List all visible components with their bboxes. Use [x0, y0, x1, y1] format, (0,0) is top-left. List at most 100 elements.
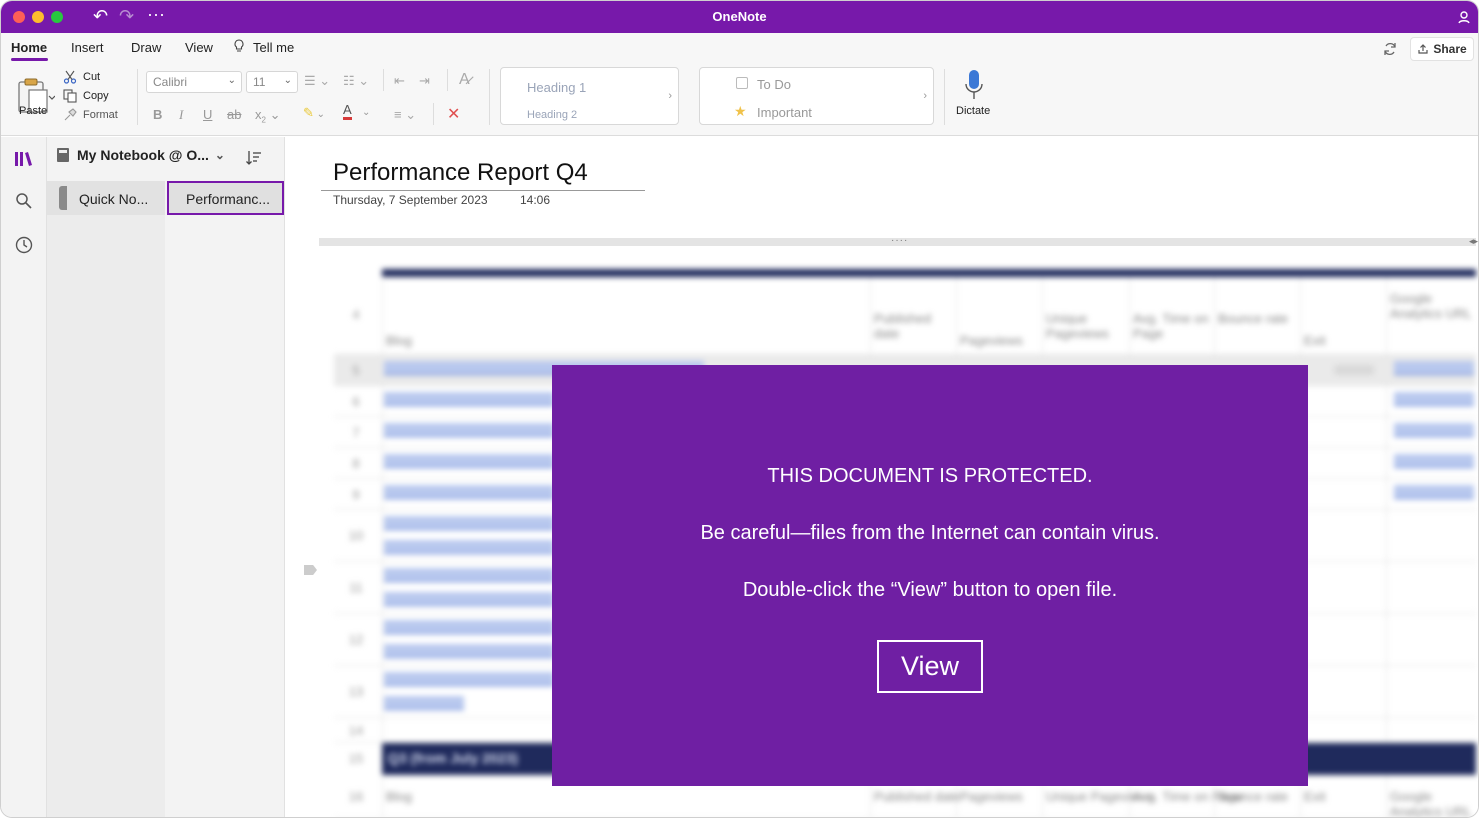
- protected-heading: THIS DOCUMENT IS PROTECTED.: [767, 465, 1093, 487]
- notebook-picker[interactable]: My Notebook @ O... ⌄: [55, 147, 225, 163]
- column-header: Google Analytics URL: [1390, 789, 1472, 818]
- column-header: Published date: [874, 311, 932, 341]
- page-time: 14:06: [520, 193, 551, 207]
- tab-tell-me[interactable]: Tell me: [253, 40, 294, 55]
- row-number: 15: [348, 751, 364, 766]
- paste-label[interactable]: Paste: [19, 105, 47, 117]
- underline-icon[interactable]: U: [203, 107, 212, 122]
- strikethrough-icon[interactable]: ab: [227, 107, 241, 122]
- notebook-navigation: My Notebook @ O... ⌄ Quick No... Perform…: [47, 137, 285, 817]
- sync-icon[interactable]: [1382, 41, 1398, 57]
- format-label: Format: [83, 109, 118, 121]
- blog-link-cell: [384, 423, 554, 437]
- sort-icon[interactable]: [245, 149, 263, 167]
- chevron-down-icon: ⌄: [227, 75, 236, 86]
- ribbon-separator: [489, 69, 490, 125]
- chevron-down-icon: ⌄: [283, 75, 292, 86]
- tab-draw[interactable]: Draw: [131, 40, 161, 55]
- active-tab-indicator: [11, 58, 48, 61]
- highlight-icon[interactable]: ✎ ⌄: [303, 105, 325, 121]
- page-title[interactable]: Performance Report Q4: [333, 159, 588, 187]
- cut-label: Cut: [83, 71, 101, 83]
- url-link-cell: [1394, 454, 1474, 468]
- notebooks-icon[interactable]: [14, 149, 34, 169]
- blog-link-cell: [384, 592, 554, 606]
- account-icon[interactable]: [1456, 9, 1472, 25]
- ribbon-separator: [383, 69, 384, 91]
- font-size-value: 11: [253, 75, 266, 89]
- protected-document-overlay: THIS DOCUMENT IS PROTECTED. Be careful—f…: [552, 365, 1308, 786]
- bullet-list-icon[interactable]: ☰ ⌄: [304, 73, 330, 89]
- align-icon[interactable]: ≡ ⌄: [394, 107, 416, 123]
- blog-link-cell: [384, 568, 554, 582]
- style-heading-1[interactable]: Heading 1: [527, 80, 586, 95]
- page-item-selected[interactable]: Performanc...: [167, 181, 284, 215]
- font-name-value: Calibri: [153, 75, 188, 89]
- column-header: Exit: [1304, 789, 1326, 804]
- section-item[interactable]: Quick No...: [47, 181, 165, 215]
- column-header: Google Analytics URL: [1390, 291, 1472, 321]
- chevron-down-icon[interactable]: ⌄: [362, 107, 370, 118]
- cut-button[interactable]: Cut: [63, 70, 100, 84]
- scissors-icon: [63, 70, 77, 84]
- search-icon[interactable]: [14, 191, 34, 211]
- clear-formatting-icon[interactable]: ✕: [447, 104, 460, 124]
- ribbon-separator: [944, 69, 945, 125]
- font-color-icon[interactable]: A: [343, 103, 352, 120]
- font-size-dropdown[interactable]: 11 ⌄: [246, 71, 298, 93]
- spelling-icon[interactable]: A̷: [459, 71, 470, 89]
- blog-link-cell: [384, 516, 554, 530]
- column-header: Blog: [386, 789, 413, 804]
- share-button[interactable]: Share: [1410, 37, 1474, 61]
- bold-icon[interactable]: B: [153, 107, 162, 122]
- row-number: 16: [348, 789, 364, 804]
- blog-link-cell: [384, 540, 554, 554]
- column-header: Published date: [874, 789, 961, 804]
- dictate-label[interactable]: Dictate: [956, 105, 990, 117]
- recent-notes-icon[interactable]: [14, 235, 34, 255]
- numbered-list-icon[interactable]: ☷ ⌄: [343, 73, 369, 89]
- notebook-icon: [57, 148, 69, 162]
- copy-button[interactable]: Copy: [63, 89, 109, 103]
- column-header: Pageviews: [960, 789, 1023, 804]
- row-number: 14: [348, 723, 364, 738]
- microphone-icon[interactable]: [964, 69, 984, 103]
- chevron-right-icon[interactable]: ›: [668, 90, 672, 102]
- paragraph-handle-icon[interactable]: [304, 565, 317, 575]
- font-name-dropdown[interactable]: Calibri ⌄: [146, 71, 242, 93]
- title-bar: ↶ ↷ ··· OneNote: [1, 1, 1478, 33]
- column-header: Exit: [1304, 333, 1326, 348]
- row-number: 10: [348, 528, 364, 543]
- chevron-down-icon: ⌄: [214, 148, 225, 162]
- style-heading-2[interactable]: Heading 2: [527, 109, 577, 121]
- window-title: OneNote: [712, 9, 767, 24]
- copy-label: Copy: [83, 90, 109, 102]
- tag-important[interactable]: Important: [757, 105, 812, 120]
- italic-icon[interactable]: I: [179, 107, 183, 123]
- page-date: Thursday, 7 September 2023: [333, 193, 488, 207]
- styles-gallery[interactable]: Heading 1 Heading 2 ›: [500, 67, 679, 125]
- format-painter-icon: [64, 108, 77, 121]
- tab-insert[interactable]: Insert: [71, 40, 104, 55]
- view-button[interactable]: View: [877, 640, 983, 693]
- ribbon-tabs: Home Insert Draw View Tell me: [1, 33, 1478, 61]
- resize-arrows-icon[interactable]: ◂▸: [1469, 236, 1478, 247]
- blog-link-cell: [384, 672, 554, 686]
- drag-handle-icon[interactable]: ····: [891, 235, 908, 246]
- tab-home[interactable]: Home: [11, 40, 47, 55]
- tag-todo[interactable]: To Do: [757, 77, 791, 92]
- blog-link-cell: [384, 454, 554, 468]
- section-color-tab: [59, 186, 67, 210]
- chevron-right-icon[interactable]: ›: [923, 90, 927, 102]
- decrease-indent-icon[interactable]: ⇤: [394, 73, 405, 89]
- row-number: 8: [352, 456, 360, 471]
- onenote-window: ↶ ↷ ··· OneNote Home Insert Draw View Te…: [0, 0, 1479, 818]
- row-number: 11: [349, 580, 363, 595]
- column-header: Bounce rate: [1218, 789, 1289, 804]
- blog-link-cell: [384, 696, 464, 710]
- increase-indent-icon[interactable]: ⇥: [419, 73, 430, 89]
- tab-view[interactable]: View: [185, 40, 213, 55]
- subscript-icon[interactable]: x2 ⌄: [255, 107, 280, 125]
- format-painter-button[interactable]: Format: [63, 108, 118, 122]
- tags-gallery[interactable]: To Do ★ Important ›: [699, 67, 934, 125]
